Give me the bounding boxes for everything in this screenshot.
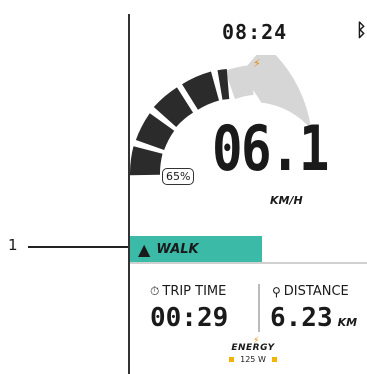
callout-number: 1 — [8, 236, 18, 254]
distance-label: ⚲ DISTANCE — [272, 284, 349, 299]
callout-line — [28, 246, 130, 248]
route-icon: ⚲ — [272, 284, 281, 299]
energy-dot-left — [229, 357, 235, 362]
horizontal-divider — [130, 262, 367, 264]
gauge-segment — [135, 113, 175, 151]
energy-value: 125 W — [240, 355, 266, 364]
energy-indicator: ENERGY 125 W — [225, 343, 281, 364]
battery-level: 65% — [162, 168, 195, 185]
trip-time-label: ⏱ TRIP TIME — [150, 284, 226, 299]
distance-value-row: 6.23 KM — [270, 303, 357, 333]
vertical-divider — [258, 284, 260, 332]
speed-unit: KM/H — [270, 194, 303, 207]
trip-time-label-text: TRIP TIME — [162, 284, 227, 299]
energy-label: ENERGY — [231, 343, 275, 353]
gauge-segment-empty — [224, 65, 254, 100]
gauge-segment — [130, 146, 163, 176]
distance-unit: KM — [337, 316, 358, 329]
energy-value-row: 125 W — [225, 355, 281, 364]
walk-mode-label: WALK — [156, 242, 199, 257]
energy-dot-right — [271, 357, 277, 362]
clock: 08:24 — [222, 20, 288, 44]
gauge-segment — [182, 71, 220, 110]
speed-value: 06.1 — [212, 112, 330, 185]
gauge-bolt-icon: ⚡ — [253, 57, 261, 70]
trip-time-value: 00:29 — [150, 303, 229, 333]
gauge-segment — [153, 87, 194, 128]
distance-label-text: DISTANCE — [283, 284, 349, 299]
stopwatch-icon: ⏱ — [150, 284, 160, 298]
distance-value: 6.23 — [270, 303, 333, 333]
gauge-segment — [217, 69, 230, 100]
walking-shoe-icon: ▲ — [138, 240, 151, 259]
bluetooth-icon: ᛒ — [356, 20, 367, 41]
walk-mode-bar[interactable]: ▲ WALK — [130, 236, 262, 263]
